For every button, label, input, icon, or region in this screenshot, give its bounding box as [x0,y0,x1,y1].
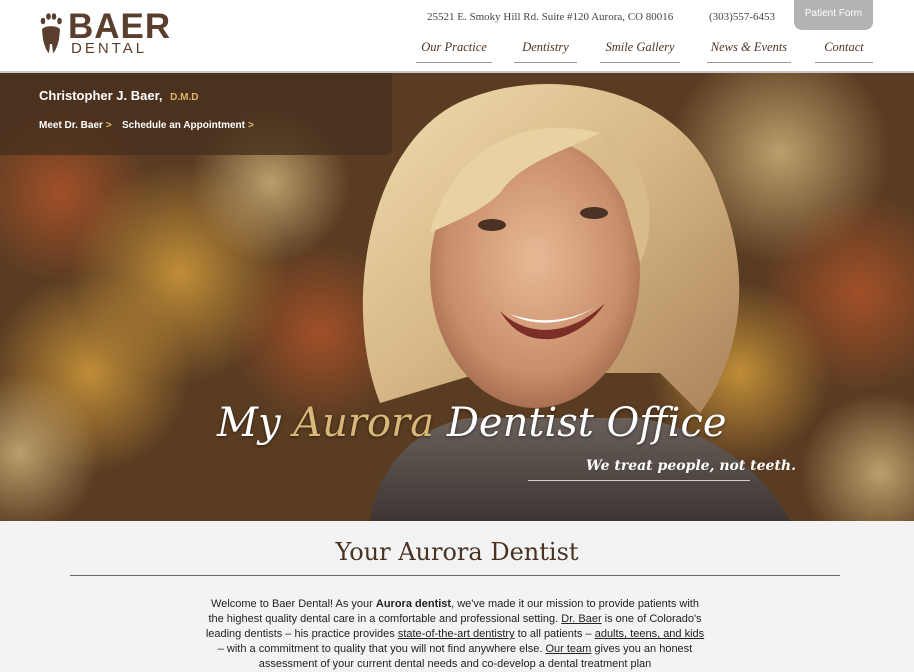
state-of-the-art-link[interactable]: state-of-the-art dentistry [398,628,515,640]
office-phone[interactable]: (303)557-6453 [709,11,775,23]
nav-smile-gallery[interactable]: Smile Gallery [600,40,680,63]
bear-paw-icon [40,13,62,53]
meet-dr-baer-link[interactable]: Meet Dr. Baer > [39,120,112,131]
our-team-link[interactable]: Our team [545,643,591,655]
doctor-name: Christopher J. Baer, D.M.D [39,88,199,103]
section-divider [70,575,840,576]
section-title: Your Aurora Dentist [335,538,579,566]
hero-headline-pre: My [217,400,294,446]
body-text-bold: Aurora dentist [375,598,452,610]
doctor-name-text: Christopher J. Baer, [39,88,163,103]
office-address: 25521 E. Smoky Hill Rd. Suite #120 Auror… [427,11,674,23]
nav-contact[interactable]: Contact [815,40,873,63]
adults-teens-kids-link[interactable]: adults, teens, and kids [595,628,704,640]
baer-dental-logo[interactable]: BAER DENTAL [40,8,190,58]
doctor-info-box: Christopher J. Baer, D.M.D Meet Dr. Baer… [0,73,392,155]
chevron-right-icon: > [247,120,254,131]
patient-form-button[interactable]: Patient Form [794,0,873,30]
doctor-credential: D.M.D [170,92,199,103]
nav-our-practice[interactable]: Our Practice [416,40,492,63]
logo-subtext: DENTAL [71,40,148,57]
site-header: BAER DENTAL 25521 E. Smoky Hill Rd. Suit… [0,0,914,73]
chevron-right-icon: > [105,120,112,131]
dr-baer-link[interactable]: Dr. Baer [561,613,601,625]
body-text-4: to all patients – [514,628,595,640]
tagline-divider [528,480,750,481]
schedule-appointment-link[interactable]: Schedule an Appointment > [122,120,254,131]
welcome-paragraph: Welcome to Baer Dental! As your Aurora d… [205,597,705,672]
hero-tagline: We treat people, not teeth. [586,458,796,474]
nav-news-events[interactable]: News & Events [707,40,791,63]
hero-headline-accent: Aurora [293,400,435,446]
body-text-5: – with a commitment to quality that you … [217,643,546,655]
nav-dentistry[interactable]: Dentistry [514,40,577,63]
body-text-1: Welcome to Baer Dental! As your [211,598,376,610]
hero-headline-post: Dentist Office [434,400,727,446]
schedule-appointment-label: Schedule an Appointment [122,120,245,131]
hero-banner: Christopher J. Baer, D.M.D Meet Dr. Baer… [0,73,914,521]
meet-dr-baer-label: Meet Dr. Baer [39,120,103,131]
hero-headline: My Aurora Dentist Office [217,400,727,446]
